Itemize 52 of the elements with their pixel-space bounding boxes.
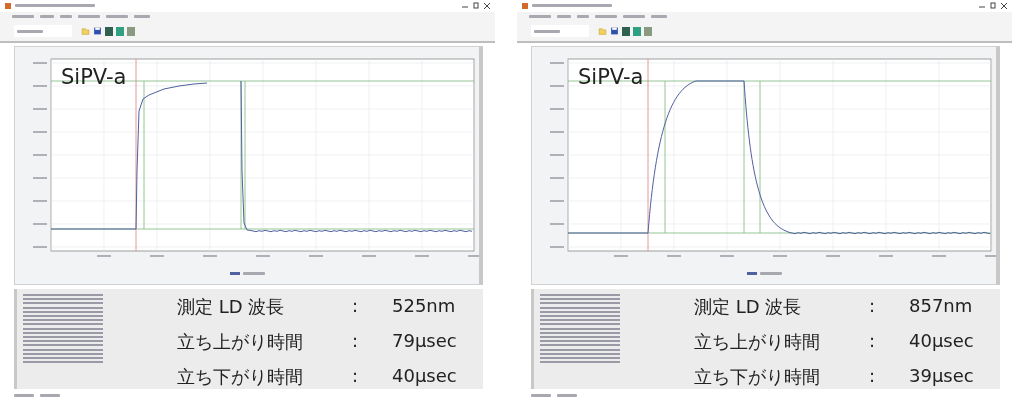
dropdown-field[interactable] (531, 25, 589, 38)
separator: : (352, 330, 360, 354)
restore-icon[interactable] (989, 1, 997, 10)
blurred-label[interactable] (577, 15, 589, 19)
measurement-name: 立ち下がり時間 (694, 365, 821, 390)
dropdown-field[interactable] (14, 25, 72, 38)
blurred-label[interactable] (623, 15, 645, 19)
blurred-label[interactable] (60, 15, 72, 19)
blurred-label[interactable] (134, 15, 150, 19)
measurement-name: 立ち下がり時間 (177, 365, 304, 390)
separator: : (869, 365, 877, 389)
blurred-label (14, 393, 34, 397)
legend-line-icon (230, 271, 240, 275)
separator: : (869, 330, 877, 354)
measurement-name: 測定 LD 波長 (177, 295, 286, 320)
measurement-value: 40μsec (909, 330, 974, 354)
measurement-value: 39μsec (909, 365, 974, 389)
blurred-label[interactable] (12, 15, 34, 19)
measurement-name: 立ち上がり時間 (177, 330, 304, 355)
blurred-label[interactable] (78, 15, 100, 19)
measurement-name: 測定 LD 波長 (694, 295, 803, 320)
measurement-value: 525nm (392, 295, 457, 319)
blurred-label[interactable] (106, 15, 128, 19)
chart-label: SiPV-a (61, 64, 127, 89)
save-icon[interactable] (610, 26, 619, 37)
measurement-name: 立ち上がり時間 (694, 330, 821, 355)
close-icon[interactable] (1000, 1, 1008, 10)
blurred-label (40, 393, 60, 397)
blurred-label[interactable] (557, 15, 571, 19)
save-icon[interactable] (93, 26, 102, 37)
measurement-value: 40μsec (392, 365, 457, 389)
blurred-label[interactable] (651, 15, 667, 19)
separator: : (869, 295, 877, 319)
blurred-label (243, 271, 265, 275)
blurred-label[interactable] (529, 15, 551, 19)
close-icon[interactable] (483, 1, 491, 10)
cursor-line[interactable] (135, 58, 137, 252)
measurement-value: 857nm (909, 295, 974, 319)
chart-label: SiPV-a (578, 64, 644, 89)
blurred-label[interactable] (40, 15, 54, 19)
separator: : (352, 295, 360, 319)
blurred-label (760, 271, 782, 275)
app-icon[interactable] (4, 1, 12, 10)
separator: : (352, 365, 360, 389)
legend-line-icon (747, 271, 757, 275)
measurement-value: 79μsec (392, 330, 457, 354)
blurred-label (531, 393, 551, 397)
app-icon[interactable] (521, 1, 529, 10)
restore-icon[interactable] (472, 1, 480, 10)
blurred-label (557, 393, 577, 397)
blurred-label[interactable] (595, 15, 617, 19)
cursor-line[interactable] (647, 58, 649, 252)
